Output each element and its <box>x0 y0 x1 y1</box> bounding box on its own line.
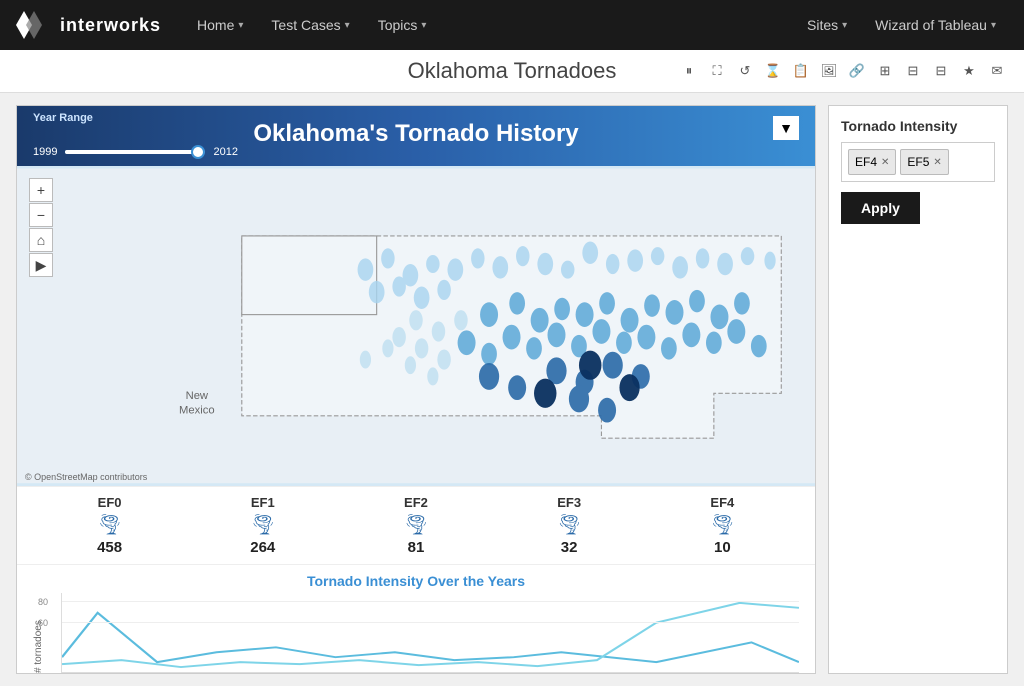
tableau-header: Oklahoma Tornadoes ⏸ ⛶ ↺ ⌛ 📋 🖼 🔗 ⊞ ⊟ ⊟ ★… <box>0 50 1024 93</box>
content-area: Year Range 1999 2012 Oklahoma's Tornado … <box>0 93 1024 686</box>
filter-toggle-button[interactable]: ▼ <box>773 116 799 140</box>
tornado-map-svg: Amarillo New Mexico que <box>17 166 815 486</box>
chart-svg <box>62 593 799 672</box>
logo-icon <box>16 11 52 39</box>
nav-links: Home ▾ Test Cases ▾ Topics ▾ <box>185 11 795 39</box>
logo: interworks <box>16 11 161 39</box>
nav-item-wizard[interactable]: Wizard of Tableau ▾ <box>863 11 1008 39</box>
logo-text: interworks <box>60 15 161 36</box>
ef2-label: EF2 <box>404 495 428 510</box>
slider-fill <box>65 150 205 154</box>
home-button[interactable]: ⌂ <box>29 228 53 252</box>
year-start: 1999 <box>33 146 57 158</box>
share-icon[interactable]: ⊟ <box>930 60 952 82</box>
svg-text:Mexico: Mexico <box>179 405 215 417</box>
ef3-count: 32 <box>561 539 578 556</box>
favorite-icon[interactable]: ★ <box>958 60 980 82</box>
grid-label-80: 80 <box>38 597 48 607</box>
navbar: interworks Home ▾ Test Cases ▾ Topics ▾ … <box>0 0 1024 50</box>
home-caret-icon: ▾ <box>238 20 243 31</box>
nav-item-home[interactable]: Home ▾ <box>185 11 255 39</box>
grid-line-80: 80 <box>62 601 799 602</box>
ef4-count: 10 <box>714 539 731 556</box>
zoom-out-button[interactable]: − <box>29 203 53 227</box>
ef0-icon: 🌪 <box>97 512 122 537</box>
chart-area: # tornadoes 80 60 <box>33 593 799 673</box>
table-icon[interactable]: ⊞ <box>874 60 896 82</box>
ef1-count: 264 <box>250 539 275 556</box>
filter-panel: Tornado Intensity EF4 ✕ EF5 ✕ Apply <box>828 105 1008 674</box>
toolbar-icons: ⏸ ⛶ ↺ ⌛ 📋 🖼 🔗 ⊞ ⊟ ⊟ ★ ✉ <box>678 60 1008 82</box>
filter-tags: EF4 ✕ EF5 ✕ <box>841 142 995 182</box>
ef0-label: EF0 <box>98 495 122 510</box>
map-header: Year Range 1999 2012 Oklahoma's Tornado … <box>17 106 815 166</box>
email-icon[interactable]: ✉ <box>986 60 1008 82</box>
ef3-icon: 🌪 <box>556 512 581 537</box>
nav-item-sites[interactable]: Sites ▾ <box>795 11 859 39</box>
chart-grid: 80 60 <box>61 593 799 673</box>
ef3-item: EF3 🌪 32 <box>556 495 581 556</box>
ef1-item: EF1 🌪 264 <box>250 495 275 556</box>
tag-ef5-remove-icon[interactable]: ✕ <box>933 157 941 168</box>
ef4-item: EF4 🌪 10 <box>710 495 735 556</box>
fullscreen-icon[interactable]: ⛶ <box>706 60 728 82</box>
zoom-in-button[interactable]: + <box>29 178 53 202</box>
image-icon[interactable]: 🖼 <box>818 60 840 82</box>
viz-container: Year Range 1999 2012 Oklahoma's Tornado … <box>16 105 816 674</box>
ef1-label: EF1 <box>251 495 275 510</box>
filter-tag-ef4[interactable]: EF4 ✕ <box>848 149 896 175</box>
map-area: + − ⌂ ▶ <box>17 166 815 486</box>
year-end: 2012 <box>213 146 237 158</box>
ef-legend: EF0 🌪 458 EF1 🌪 264 EF2 🌪 81 EF3 🌪 32 EF… <box>17 486 815 564</box>
filter-tag-ef5[interactable]: EF5 ✕ <box>900 149 948 175</box>
ef3-label: EF3 <box>557 495 581 510</box>
link-icon[interactable]: 🔗 <box>846 60 868 82</box>
refresh-icon[interactable]: ↺ <box>734 60 756 82</box>
map-title: Oklahoma's Tornado History <box>33 116 799 148</box>
tag-ef4-label: EF4 <box>855 155 877 169</box>
pause-icon[interactable]: ⏸ <box>678 60 700 82</box>
chart-section: Tornado Intensity Over the Years # torna… <box>17 564 815 673</box>
map-controls: + − ⌂ ▶ <box>29 178 53 277</box>
ef1-icon: 🌪 <box>250 512 275 537</box>
apply-button[interactable]: Apply <box>841 192 920 224</box>
ef0-item: EF0 🌪 458 <box>97 495 122 556</box>
slider-thumb <box>191 145 205 159</box>
year-slider-row: 1999 2012 <box>33 146 238 158</box>
nav-item-test-cases[interactable]: Test Cases ▾ <box>259 11 361 39</box>
ef2-icon: 🌪 <box>403 512 428 537</box>
page-title: Oklahoma Tornadoes <box>408 58 617 84</box>
topics-caret-icon: ▾ <box>421 20 426 31</box>
map-copyright: © OpenStreetMap contributors <box>25 472 147 482</box>
nav-right: Sites ▾ Wizard of Tableau ▾ <box>795 11 1008 39</box>
grid-icon[interactable]: ⊟ <box>902 60 924 82</box>
ef4-label: EF4 <box>710 495 734 510</box>
svg-text:New: New <box>186 390 209 402</box>
chart-title: Tornado Intensity Over the Years <box>33 573 799 589</box>
year-slider[interactable] <box>65 150 205 154</box>
ef0-count: 458 <box>97 539 122 556</box>
sites-caret-icon: ▾ <box>842 20 847 31</box>
tag-ef4-remove-icon[interactable]: ✕ <box>881 157 889 168</box>
ef4-icon: 🌪 <box>710 512 735 537</box>
ef2-count: 81 <box>408 539 425 556</box>
copy-icon[interactable]: 📋 <box>790 60 812 82</box>
tag-ef5-label: EF5 <box>907 155 929 169</box>
play-button[interactable]: ▶ <box>29 253 53 277</box>
nav-item-topics[interactable]: Topics ▾ <box>366 11 439 39</box>
wizard-caret-icon: ▾ <box>991 20 996 31</box>
timer-icon[interactable]: ⌛ <box>762 60 784 82</box>
year-range-label: Year Range <box>33 112 93 124</box>
filter-panel-title: Tornado Intensity <box>841 118 995 134</box>
test-cases-caret-icon: ▾ <box>345 20 350 31</box>
ef2-item: EF2 🌪 81 <box>403 495 428 556</box>
